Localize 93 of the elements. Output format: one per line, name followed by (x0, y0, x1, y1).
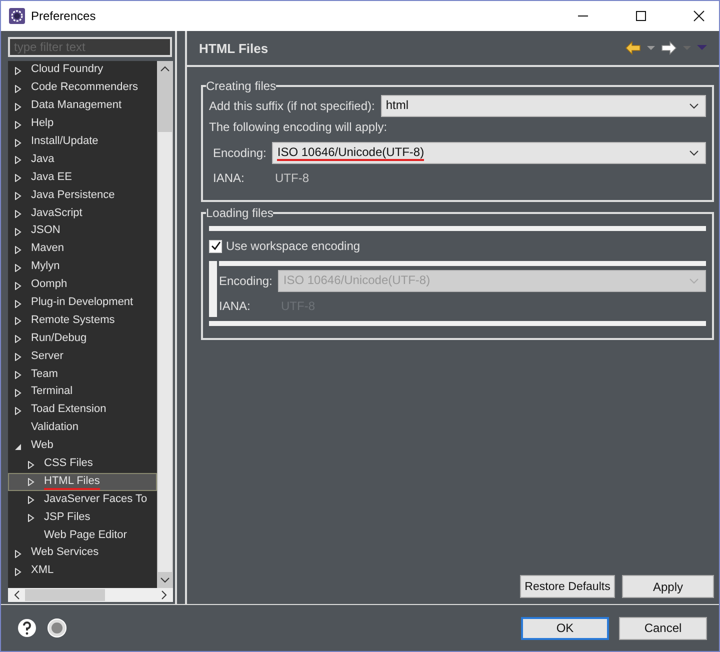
expand-icon[interactable] (14, 66, 22, 75)
group-title: Loading files (206, 206, 274, 220)
expand-icon[interactable] (14, 264, 22, 272)
close-icon[interactable] (693, 10, 705, 22)
tree-item[interactable]: Web Services (8, 545, 157, 563)
checkmark-icon (210, 241, 220, 251)
expand-icon[interactable] (14, 317, 22, 326)
suffix-dropdown[interactable]: html (380, 95, 706, 117)
scroll-up-icon[interactable] (160, 66, 170, 72)
expand-icon[interactable] (14, 228, 22, 236)
expand-icon[interactable] (14, 550, 22, 558)
expand-icon[interactable] (14, 102, 22, 111)
expand-icon[interactable] (14, 282, 22, 290)
vertical-scrollbar[interactable] (157, 61, 173, 588)
tree-item[interactable]: Toad Extension (8, 402, 157, 420)
expand-icon[interactable] (14, 568, 22, 576)
expand-icon[interactable] (14, 174, 22, 182)
cancel-button[interactable]: Cancel (619, 616, 707, 640)
tree-item[interactable]: XML (8, 562, 157, 581)
expand-icon[interactable] (14, 406, 22, 415)
tree-item[interactable]: Cloud Foundry (8, 62, 157, 80)
expand-icon[interactable] (14, 120, 22, 129)
scroll-left-icon[interactable] (14, 590, 20, 600)
tree-item[interactable]: Mylyn (8, 258, 157, 277)
field-label: Add this suffix (if not specified): (209, 99, 375, 113)
expand-icon[interactable] (14, 192, 22, 200)
group-title: Creating files (206, 79, 276, 93)
info-text: The following encoding will apply: (209, 120, 388, 134)
expand-icon[interactable] (14, 371, 22, 380)
dropdown-caret-icon[interactable] (647, 46, 655, 50)
chevron-icon (689, 278, 699, 284)
apply-button[interactable]: Apply (622, 575, 714, 598)
record-icon[interactable] (47, 618, 67, 638)
tree-item[interactable]: Validation (8, 420, 157, 438)
expand-icon[interactable] (14, 335, 22, 344)
tree-item[interactable]: Plug-in Development (8, 294, 157, 312)
encoding-dropdown[interactable]: ISO 10646/Unicode(UTF-8) (272, 142, 706, 164)
tree-item[interactable]: JSON (8, 223, 157, 241)
tree-item[interactable]: HTML Files (8, 473, 157, 492)
app-icon (9, 8, 25, 24)
expand-icon[interactable] (27, 496, 35, 504)
field-label: IANA: (219, 299, 252, 313)
expand-icon[interactable] (27, 478, 35, 486)
expand-icon[interactable] (14, 388, 22, 397)
tree-item[interactable]: Help (8, 116, 157, 134)
ok-button[interactable]: OK (521, 616, 609, 640)
tree-item[interactable]: Web Page Editor (8, 527, 157, 546)
expand-icon[interactable] (14, 84, 22, 93)
help-icon[interactable] (17, 618, 37, 638)
restore-defaults-button[interactable]: Restore Defaults (520, 575, 615, 598)
expand-icon[interactable] (14, 246, 22, 254)
page-title: HTML Files (199, 40, 268, 56)
checkbox[interactable] (209, 240, 222, 252)
expand-icon[interactable] (14, 138, 22, 146)
expand-icon[interactable] (14, 156, 22, 164)
iana-value: UTF-8 (275, 171, 309, 185)
tree-item[interactable]: Run/Debug (8, 330, 157, 348)
tree-item[interactable]: Java EE (8, 169, 157, 188)
maximize-icon[interactable] (635, 10, 647, 22)
expand-icon[interactable] (27, 460, 35, 469)
tree-item[interactable]: Remote Systems (8, 312, 157, 330)
tree-item[interactable]: JavaScript (8, 205, 157, 224)
forward-arrow-icon[interactable] (661, 41, 677, 55)
tree-item[interactable]: Oomph (8, 276, 157, 295)
horizontal-scrollbar[interactable] (8, 588, 173, 602)
tree-item[interactable]: JavaServer Faces To (8, 491, 157, 510)
tree-item[interactable]: Maven (8, 240, 157, 259)
back-arrow-icon[interactable] (625, 41, 641, 55)
chevron-icon (689, 150, 699, 156)
tree-item[interactable]: Code Recommenders (8, 80, 157, 98)
tree-item[interactable]: Server (8, 348, 157, 366)
expand-icon[interactable] (27, 514, 35, 522)
tree-item[interactable]: Web (8, 438, 157, 456)
checkbox-label: Use workspace encoding (226, 239, 360, 253)
collapse-icon[interactable] (14, 442, 22, 451)
tree-item[interactable]: Terminal (8, 384, 157, 402)
tree-item[interactable]: JSP Files (8, 509, 157, 528)
chevron-icon (689, 103, 699, 109)
expand-icon[interactable] (14, 210, 22, 218)
window-title: Preferences (31, 9, 96, 23)
expand-icon[interactable] (14, 353, 22, 362)
tree-item[interactable]: Java Persistence (8, 187, 157, 206)
tree-item[interactable]: Team (8, 366, 157, 384)
tree-item[interactable]: Data Management (8, 98, 157, 116)
scroll-right-icon[interactable] (161, 590, 167, 600)
tree-item[interactable]: Install/Update (8, 134, 157, 152)
scroll-down-icon[interactable] (160, 577, 170, 583)
field-label: Encoding: (213, 146, 266, 160)
tree-item[interactable]: CSS Files (8, 456, 157, 474)
tree-item[interactable]: Java (8, 151, 157, 170)
field-label: Encoding: (219, 274, 272, 288)
field-label: IANA: (213, 171, 246, 185)
expand-icon[interactable] (14, 300, 22, 308)
